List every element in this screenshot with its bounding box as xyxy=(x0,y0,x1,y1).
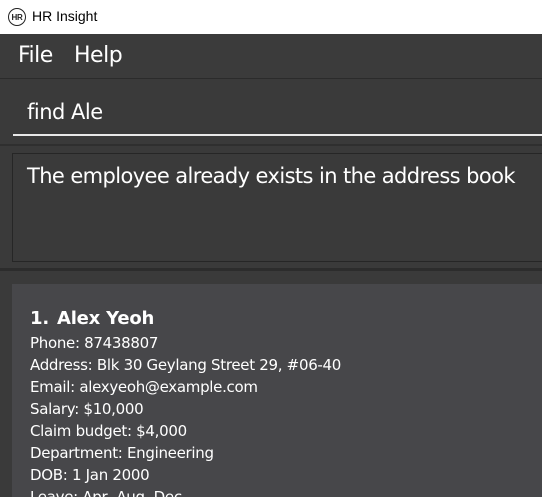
employee-name-line: 1. Alex Yeoh xyxy=(30,308,154,329)
result-message: The employee already exists in the addre… xyxy=(27,164,515,188)
employee-salary: Salary: $10,000 xyxy=(30,400,144,418)
employee-card[interactable]: 1. Alex Yeoh Phone: 87438807 Address: Blk… xyxy=(12,284,542,497)
menu-help[interactable]: Help xyxy=(74,43,123,68)
menu-file[interactable]: File xyxy=(18,43,53,68)
result-display[interactable]: The employee already exists in the addre… xyxy=(12,153,542,262)
employee-email: Email: alexyeoh@example.com xyxy=(30,378,258,396)
command-input[interactable] xyxy=(13,90,542,136)
employee-list[interactable]: 1. Alex Yeoh Phone: 87438807 Address: Blk… xyxy=(0,271,542,497)
employee-dob: DOB: 1 Jan 2000 xyxy=(30,466,150,484)
title-bar: HR HR Insight xyxy=(0,0,542,34)
employee-index: 1. xyxy=(30,308,49,329)
employee-department: Department: Engineering xyxy=(30,444,214,462)
employee-leave: Leave: Apr, Aug, Dec xyxy=(30,488,182,497)
employee-address: Address: Blk 30 Geylang Street 29, #06-4… xyxy=(30,356,342,374)
command-area xyxy=(0,80,542,144)
window-title: HR Insight xyxy=(32,8,98,24)
app-logo-icon: HR xyxy=(8,8,26,26)
menu-bar: File Help xyxy=(0,34,542,79)
employee-phone: Phone: 87438807 xyxy=(30,334,159,352)
divider xyxy=(0,144,542,146)
employee-name: Alex Yeoh xyxy=(56,308,155,329)
employee-claim-budget: Claim budget: $4,000 xyxy=(30,422,187,440)
